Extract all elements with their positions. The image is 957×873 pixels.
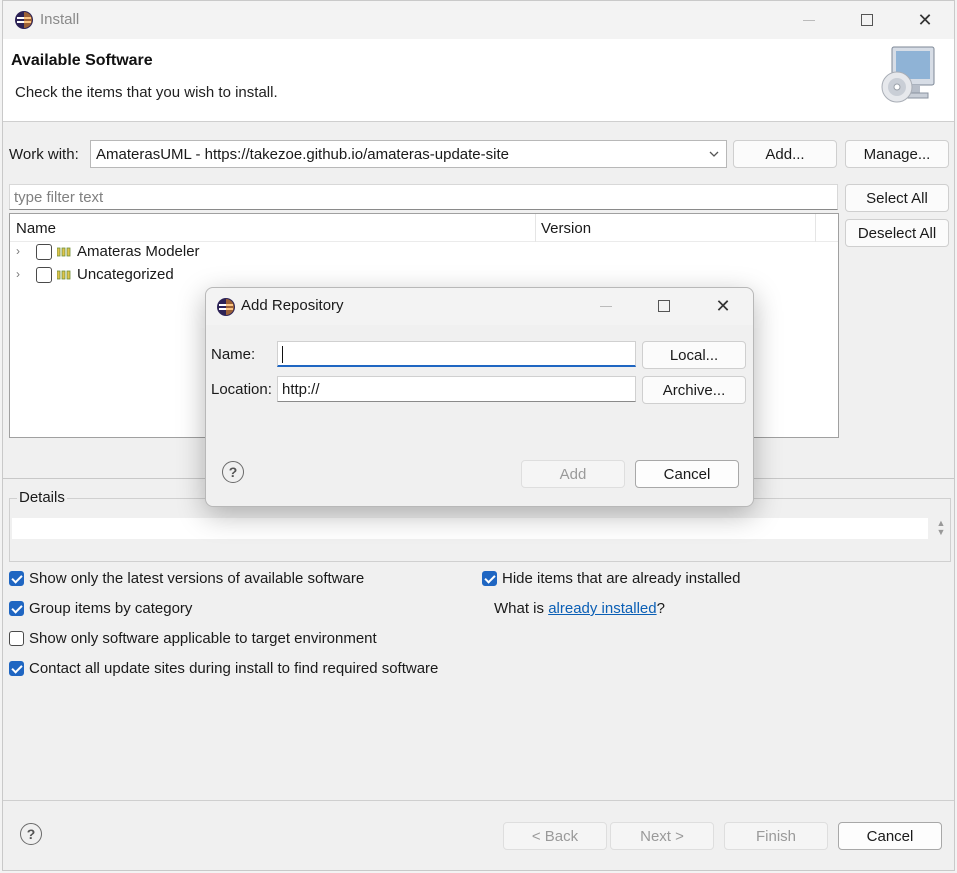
already-installed-suffix: ? (656, 600, 665, 617)
help-icon[interactable]: ? (222, 461, 244, 483)
dialog-close-button[interactable]: ✕ (708, 293, 738, 319)
column-name[interactable]: Name (16, 220, 56, 237)
column-version[interactable]: Version (541, 220, 591, 237)
cancel-button[interactable]: Cancel (838, 822, 942, 850)
category-icon (57, 247, 71, 257)
next-button[interactable]: Next > (610, 822, 714, 850)
add-repository-dialog: Add Repository ✕ Name: Local... Location… (205, 287, 754, 507)
dialog-add-button[interactable]: Add (521, 460, 625, 488)
title-bar: Install ✕ (3, 1, 954, 39)
maximize-icon (861, 14, 873, 26)
hide-installed-checkbox[interactable] (482, 571, 497, 586)
dialog-maximize-button[interactable] (649, 293, 679, 319)
close-icon: ✕ (715, 295, 731, 316)
minimize-icon (600, 305, 612, 307)
latest-versions-label: Show only the latest versions of availab… (29, 570, 365, 587)
dialog-cancel-button[interactable]: Cancel (635, 460, 739, 488)
deselect-all-button[interactable]: Deselect All (845, 219, 949, 247)
target-environment-label: Show only software applicable to target … (29, 630, 377, 647)
minimize-button[interactable] (794, 7, 824, 33)
already-installed-text: What is already installed? (494, 600, 665, 617)
dialog-title-bar: Add Repository ✕ (206, 288, 753, 325)
tree-item-label: Amateras Modeler (77, 243, 200, 260)
location-field[interactable]: http:// (277, 376, 636, 402)
filter-placeholder: type filter text (14, 189, 104, 206)
tree-item-label: Uncategorized (77, 266, 174, 283)
dialog-body: Name: Local... Location: http:// Archive… (206, 325, 753, 506)
tree-header: Name Version (10, 214, 838, 242)
latest-versions-checkbox[interactable] (9, 571, 24, 586)
eclipse-logo-icon (15, 11, 33, 29)
hide-installed-label: Hide items that are already installed (502, 570, 741, 587)
tree-row[interactable]: › Amateras Modeler (10, 241, 838, 264)
already-installed-link[interactable]: already installed (548, 600, 656, 617)
category-icon (57, 270, 71, 280)
already-installed-prefix: What is (494, 600, 549, 617)
add-site-button[interactable]: Add... (733, 140, 837, 168)
expand-chevron-icon[interactable]: › (16, 244, 20, 258)
target-environment-checkbox[interactable] (9, 631, 24, 646)
location-label: Location: (211, 381, 272, 398)
close-button[interactable]: ✕ (910, 7, 940, 33)
help-icon[interactable]: ? (20, 823, 42, 845)
finish-button[interactable]: Finish (724, 822, 828, 850)
group-by-category-checkbox[interactable] (9, 601, 24, 616)
text-caret (282, 346, 283, 363)
archive-button[interactable]: Archive... (642, 376, 746, 404)
select-all-button[interactable]: Select All (845, 184, 949, 212)
wizard-footer: ? < Back Next > Finish Cancel (3, 800, 954, 872)
column-divider[interactable] (535, 214, 536, 242)
install-monitor-icon (881, 46, 935, 103)
contact-update-sites-checkbox[interactable] (9, 661, 24, 676)
dialog-title: Add Repository (241, 297, 344, 314)
window-title: Install (40, 11, 80, 28)
contact-update-sites-label: Contact all update sites during install … (29, 660, 439, 677)
manage-button[interactable]: Manage... (845, 140, 949, 168)
tree-item-checkbox[interactable] (36, 244, 52, 260)
eclipse-logo-icon (217, 298, 235, 316)
back-button[interactable]: < Back (503, 822, 607, 850)
location-value: http:// (282, 381, 320, 398)
page-description: Check the items that you wish to install… (15, 84, 278, 101)
details-text[interactable] (12, 518, 928, 539)
expand-chevron-icon[interactable]: › (16, 267, 20, 281)
work-with-value: AmaterasUML - https://takezoe.github.io/… (96, 146, 509, 163)
column-divider[interactable] (815, 214, 816, 242)
chevron-down-icon (709, 151, 719, 157)
local-button[interactable]: Local... (642, 341, 746, 369)
details-label: Details (17, 489, 67, 506)
tree-item-checkbox[interactable] (36, 267, 52, 283)
page-title: Available Software (11, 52, 153, 69)
name-label: Name: (211, 346, 256, 363)
group-by-category-label: Group items by category (29, 600, 193, 617)
dialog-minimize-button[interactable] (591, 293, 621, 319)
wizard-header: Available Software Check the items that … (3, 39, 954, 122)
minimize-icon (803, 19, 815, 21)
tree-row[interactable]: › Uncategorized (10, 264, 838, 287)
close-icon: ✕ (917, 9, 933, 30)
work-with-combo[interactable]: AmaterasUML - https://takezoe.github.io/… (90, 140, 727, 168)
filter-input[interactable]: type filter text (9, 184, 838, 210)
details-group: ▲ ▼ (9, 498, 951, 562)
work-with-label: Work with: (9, 146, 79, 163)
maximize-button[interactable] (852, 7, 882, 33)
name-field[interactable] (277, 341, 636, 367)
maximize-icon (658, 300, 670, 312)
scroll-arrows-icon[interactable]: ▲ ▼ (935, 519, 947, 539)
